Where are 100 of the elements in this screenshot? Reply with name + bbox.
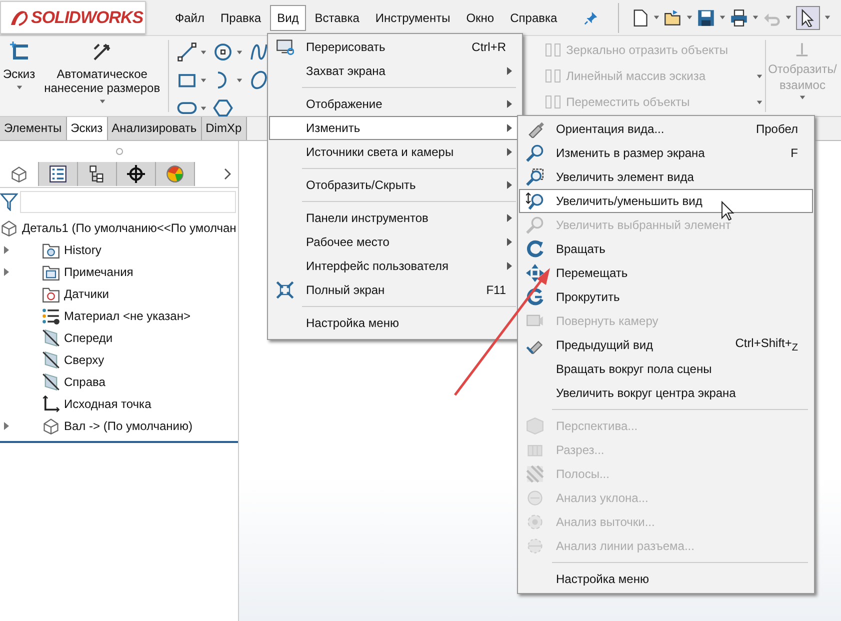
panel-tab[interactable] (78, 162, 117, 186)
tree-item[interactable]: Деталь1 (По умолчанию<<По умолчан (0, 217, 238, 239)
save-icon[interactable] (697, 8, 716, 26)
tree-item[interactable]: History (0, 239, 238, 261)
dropdown-caret-icon (719, 14, 726, 21)
command-tab[interactable]: DimXp (202, 117, 247, 140)
magnifier-icon (526, 192, 544, 210)
spline-icon (249, 42, 270, 62)
rotate-icon (526, 240, 544, 258)
menu-item[interactable]: Предыдущий вид Ctrl+Shift+$_{Z}$ (519, 333, 813, 357)
dropdown-caret-icon (686, 14, 694, 21)
select-pointer-button[interactable] (796, 6, 820, 30)
tree-item[interactable]: Материал <не указан> (0, 305, 238, 327)
submenu-arrow-icon (506, 238, 512, 246)
shortcut-label: Ctrl+Shift+$_{Z}$ (735, 336, 798, 354)
command-tab[interactable]: Эскиз (66, 117, 108, 140)
menu-bar-item[interactable]: Справка (503, 4, 564, 30)
menu-item[interactable]: Прокрутить (519, 285, 813, 309)
chevron-right-icon[interactable] (224, 168, 232, 180)
dropdown-caret-icon (756, 98, 764, 106)
menu-item[interactable]: Интерфейс пользователя (269, 254, 521, 278)
menu-item[interactable]: Ориентация вида... Пробел (519, 117, 813, 141)
menu-item[interactable]: Полный экран F11 (269, 278, 521, 302)
dropdown-caret-icon (16, 84, 23, 91)
dropdown-caret-icon (200, 76, 208, 84)
magnifier-icon (526, 168, 544, 186)
command-tab[interactable]: Элементы (0, 117, 67, 140)
menu-item[interactable]: Перерисовать Ctrl+R (269, 35, 521, 59)
menu-item[interactable]: Настройка меню (519, 567, 813, 591)
menu-bar-item[interactable]: Инструменты (368, 4, 458, 30)
menu-bar-item[interactable]: Вставка (308, 4, 366, 30)
shortcut-label: Пробел (756, 122, 798, 136)
menu-item[interactable]: Вращать (519, 237, 813, 261)
menu-item[interactable]: Настройка меню (269, 311, 521, 335)
app-logo: SOLIDWORKS (0, 1, 146, 34)
dropdown-caret-icon (200, 104, 208, 112)
tree-item[interactable]: Сверху (0, 349, 238, 371)
dropdown-caret-icon (98, 98, 106, 105)
submenu-arrow-icon (506, 148, 512, 156)
linear-pattern-icon (545, 68, 562, 84)
menu-item[interactable]: Рабочее место (269, 230, 521, 254)
plane-icon (42, 351, 60, 369)
plane-icon (42, 373, 60, 391)
circle-icon (213, 42, 234, 62)
tree-item[interactable]: Примечания (0, 261, 238, 283)
polygon-icon (213, 98, 234, 118)
tree-item[interactable]: Спереди (0, 327, 238, 349)
menu-item[interactable]: Увеличить вокруг центра экрана (519, 381, 813, 405)
color-ball-icon (166, 165, 184, 183)
submenu-arrow-icon (506, 124, 512, 132)
printer-icon[interactable] (730, 8, 748, 26)
tree-item[interactable]: Справа (0, 371, 238, 393)
command-tab[interactable]: Анализировать (108, 117, 202, 140)
tree-item[interactable]: Датчики (0, 283, 238, 305)
menu-item[interactable]: Панели инструментов (269, 206, 521, 230)
submenu-arrow-icon (506, 181, 512, 189)
dropdown-caret-icon (824, 14, 832, 21)
material-icon (42, 307, 60, 325)
tree-item[interactable]: Исходная точка (0, 393, 238, 415)
property-list-icon (49, 165, 67, 183)
menu-bar-item[interactable]: Вид (270, 4, 306, 30)
monitor-icon (276, 38, 294, 56)
open-folder-icon[interactable] (664, 8, 682, 26)
menu-item[interactable]: Захват экрана (269, 59, 521, 83)
dropdown-caret-icon (200, 48, 208, 56)
filter-field[interactable] (20, 191, 236, 213)
annotations-folder-icon (42, 263, 60, 281)
menu-bar-item[interactable]: Правка (214, 4, 268, 30)
dropdown-caret-icon (653, 14, 660, 21)
magnifier-icon (526, 216, 544, 234)
menu-bar-item[interactable]: Файл (168, 4, 212, 30)
expand-arrow-icon[interactable] (4, 422, 8, 430)
menu-item[interactable]: Увеличить элемент вида (519, 165, 813, 189)
shortcut-label: Ctrl+R (472, 40, 506, 54)
menu-item[interactable]: Увеличить/уменьшить вид (519, 189, 813, 213)
splitter-handle[interactable] (116, 148, 122, 154)
dropdown-caret-icon (236, 48, 244, 56)
submenu-arrow-icon (506, 214, 512, 222)
menu-item[interactable]: Вращать вокруг пола сцены (519, 357, 813, 381)
expand-arrow-icon[interactable] (4, 246, 8, 254)
pin-icon[interactable] (584, 10, 598, 24)
dropdown-caret-icon (236, 76, 244, 84)
tree-item[interactable]: Вал -> (По умолчанию) (0, 415, 238, 437)
expand-arrow-icon[interactable] (4, 268, 8, 276)
mirror-icon (545, 42, 562, 58)
panel-tab[interactable] (117, 162, 156, 186)
menu-item[interactable]: Изменить в размер экрана F (519, 141, 813, 165)
menu-item[interactable]: Источники света и камеры (269, 140, 521, 164)
sketch-button[interactable]: Эскиз (0, 36, 38, 116)
part-icon (10, 165, 28, 183)
menu-item[interactable]: Отобразить/Скрыть (269, 173, 521, 197)
smart-dimension-button[interactable]: Автоматическое нанесение размеров (38, 36, 166, 116)
move-arrows-icon (526, 264, 544, 282)
menu-item[interactable]: Перемещать (519, 261, 813, 285)
plane-icon (42, 329, 60, 347)
menu-bar-item[interactable]: Окно (459, 4, 502, 30)
menu-item[interactable]: Отображение (269, 92, 521, 116)
panel-tab[interactable] (39, 162, 78, 186)
new-document-icon[interactable] (631, 8, 650, 26)
submenu-arrow-icon (506, 67, 512, 75)
